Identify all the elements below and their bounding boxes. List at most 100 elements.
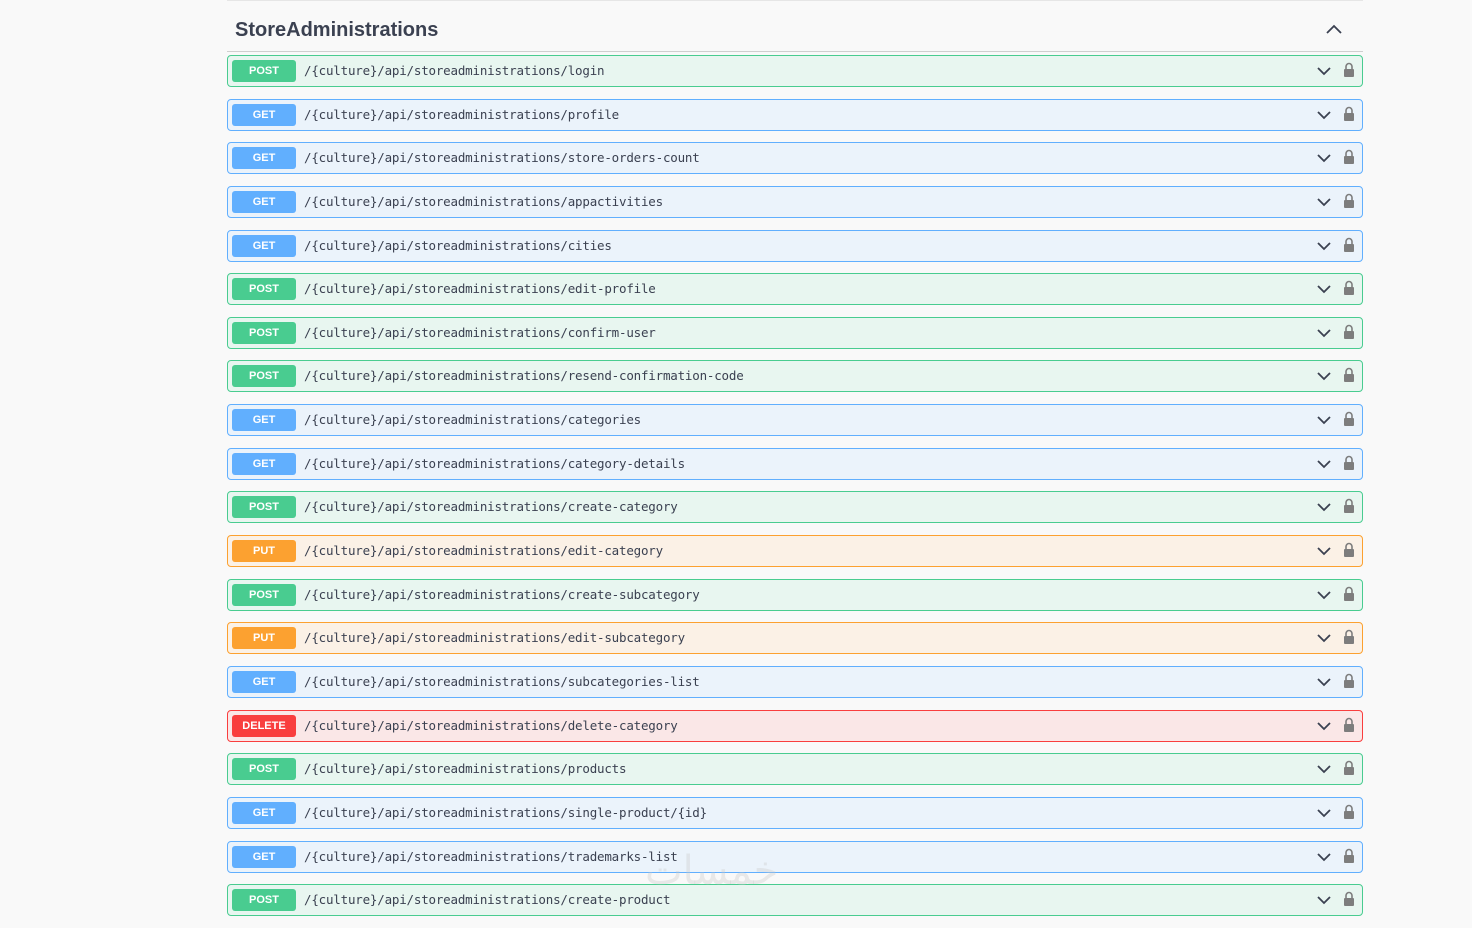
- operation-path: /{culture}/api/storeadministrations/subc…: [304, 673, 700, 689]
- chevron-down-icon[interactable]: [1316, 851, 1332, 863]
- operation-path: /{culture}/api/storeadministrations/edit…: [304, 281, 656, 297]
- method-badge: POST: [232, 758, 296, 781]
- method-badge: POST: [232, 321, 296, 344]
- method-badge: DELETE: [232, 714, 296, 737]
- method-badge: GET: [232, 452, 296, 475]
- lock-icon[interactable]: [1343, 629, 1355, 645]
- operation-path: /{culture}/api/storeadministrations/dele…: [304, 717, 678, 733]
- chevron-down-icon[interactable]: [1316, 240, 1332, 252]
- operation-path: /{culture}/api/storeadministrations/crea…: [304, 892, 671, 908]
- lock-icon[interactable]: [1343, 542, 1355, 558]
- lock-icon[interactable]: [1343, 280, 1355, 296]
- lock-icon[interactable]: [1343, 455, 1355, 471]
- method-badge: PUT: [232, 627, 296, 650]
- operation-row[interactable]: PUT /{culture}/api/storeadministrations/e…: [227, 622, 1363, 655]
- method-badge: POST: [232, 278, 296, 301]
- api-section: StoreAdministrations POST /{culture}/api/…: [227, 0, 1363, 917]
- operation-row[interactable]: GET /{culture}/api/storeadministrations/s…: [227, 665, 1363, 698]
- chevron-down-icon[interactable]: [1316, 283, 1332, 295]
- lock-icon[interactable]: [1343, 193, 1355, 209]
- operation-row[interactable]: GET /{culture}/api/storeadministrations/t…: [227, 840, 1363, 873]
- operation-path: /{culture}/api/storeadministrations/sing…: [304, 804, 707, 820]
- method-badge: GET: [232, 670, 296, 693]
- chevron-down-icon[interactable]: [1316, 501, 1332, 513]
- method-badge: GET: [232, 103, 296, 126]
- operation-row[interactable]: POST/{culture}/api/storeadministrations/…: [227, 491, 1363, 524]
- chevron-down-icon[interactable]: [1316, 632, 1332, 644]
- chevron-up-icon[interactable]: [1325, 23, 1343, 35]
- operation-row[interactable]: POST /{culture}/api/storeadministrations/…: [227, 273, 1363, 306]
- operation-row[interactable]: PUT /{culture}/api/storeadministrations/e…: [227, 535, 1363, 568]
- operation-path: /{culture}/api/storeadministrations/crea…: [304, 586, 700, 602]
- lock-icon[interactable]: [1343, 237, 1355, 253]
- lock-icon[interactable]: [1343, 673, 1355, 689]
- operation-row[interactable]: GET /{culture}/api/storeadministrations/a…: [227, 185, 1363, 218]
- chevron-down-icon[interactable]: [1316, 414, 1332, 426]
- operation-row[interactable]: POST /{culture}/api/storeadministrations/…: [227, 316, 1363, 349]
- lock-icon[interactable]: [1343, 324, 1355, 340]
- operation-row[interactable]: GET /{culture}/api/storeadministrations/c…: [227, 404, 1363, 437]
- operation-path: /{culture}/api/storeadministrations/citi…: [304, 237, 612, 253]
- operation-row[interactable]: POST /{culture}/api/storeadministrations/…: [227, 55, 1363, 87]
- lock-icon[interactable]: [1343, 804, 1355, 820]
- lock-icon[interactable]: [1343, 891, 1355, 907]
- operation-path: /{culture}/api/storeadministrations/cate…: [304, 455, 685, 471]
- operation-row[interactable]: DELETE /{culture}/api/storeadministration…: [227, 709, 1363, 742]
- operation-path: /{culture}/api/storeadministrations/conf…: [304, 324, 656, 340]
- lock-icon[interactable]: [1343, 498, 1355, 514]
- chevron-down-icon[interactable]: [1316, 370, 1332, 382]
- chevron-down-icon[interactable]: [1316, 152, 1332, 164]
- lock-icon[interactable]: [1343, 848, 1355, 864]
- chevron-down-icon[interactable]: [1316, 807, 1332, 819]
- lock-icon[interactable]: [1343, 62, 1355, 78]
- section-title: StoreAdministrations: [235, 19, 439, 41]
- operation-path: /{culture}/api/storeadministrations/edit…: [304, 630, 685, 646]
- operation-path: /{culture}/api/storeadministrations/appa…: [304, 193, 663, 209]
- chevron-down-icon[interactable]: [1316, 763, 1332, 775]
- operation-path: /{culture}/api/storeadministrations/stor…: [304, 150, 700, 166]
- lock-icon[interactable]: [1343, 149, 1355, 165]
- lock-icon[interactable]: [1343, 106, 1355, 122]
- operation-row[interactable]: GET /{culture}/api/storeadministrations/c…: [227, 447, 1363, 480]
- lock-icon[interactable]: [1343, 717, 1355, 733]
- chevron-down-icon[interactable]: [1316, 458, 1332, 470]
- operation-row[interactable]: POST /{culture}/api/storeadministrations/…: [227, 578, 1363, 611]
- chevron-down-icon[interactable]: [1316, 545, 1332, 557]
- operation-row[interactable]: POST /{culture}/api/storeadministrations/…: [227, 753, 1363, 786]
- operation-row[interactable]: POST/{culture}/api/storeadministrations/…: [227, 884, 1363, 917]
- lock-icon[interactable]: [1343, 411, 1355, 427]
- chevron-down-icon[interactable]: [1316, 65, 1332, 77]
- operation-path: /{culture}/api/storeadministrations/edit…: [304, 543, 663, 559]
- operation-row[interactable]: POST /{culture}/api/storeadministrations/…: [227, 360, 1363, 393]
- operation-path: /{culture}/api/storeadministrations/logi…: [304, 63, 605, 78]
- method-badge: POST: [232, 60, 296, 82]
- operation-row[interactable]: GET /{culture}/api/storeadministrations/s…: [227, 796, 1363, 829]
- operation-row[interactable]: GET /{culture}/api/storeadministrations/s…: [227, 142, 1363, 175]
- operation-path: /{culture}/api/storeadministrations/rese…: [304, 368, 744, 384]
- operation-path: /{culture}/api/storeadministrations/trad…: [304, 848, 678, 864]
- lock-icon[interactable]: [1343, 367, 1355, 383]
- chevron-down-icon[interactable]: [1316, 327, 1332, 339]
- method-badge: GET: [232, 234, 296, 257]
- chevron-down-icon[interactable]: [1316, 720, 1332, 732]
- operations-list: POST /{culture}/api/storeadministrations/…: [227, 55, 1363, 928]
- operation-path: /{culture}/api/storeadministrations/prof…: [304, 106, 620, 122]
- method-badge: GET: [232, 409, 296, 432]
- method-badge: POST: [232, 583, 296, 606]
- method-badge: GET: [232, 190, 296, 213]
- lock-icon[interactable]: [1343, 586, 1355, 602]
- chevron-down-icon[interactable]: [1316, 894, 1332, 906]
- chevron-down-icon[interactable]: [1316, 109, 1332, 121]
- section-header[interactable]: StoreAdministrations: [227, 1, 1363, 52]
- chevron-down-icon[interactable]: [1316, 196, 1332, 208]
- lock-icon[interactable]: [1343, 760, 1355, 776]
- method-badge: GET: [232, 845, 296, 868]
- chevron-down-icon[interactable]: [1316, 589, 1332, 601]
- method-badge: POST: [232, 496, 296, 519]
- operation-row[interactable]: GET /{culture}/api/storeadministrations/p…: [227, 98, 1363, 131]
- operation-path: /{culture}/api/storeadministrations/prod…: [304, 761, 627, 777]
- method-badge: GET: [232, 147, 296, 170]
- chevron-down-icon[interactable]: [1316, 676, 1332, 688]
- operation-row[interactable]: GET /{culture}/api/storeadministrations/c…: [227, 229, 1363, 262]
- method-badge: POST: [232, 365, 296, 388]
